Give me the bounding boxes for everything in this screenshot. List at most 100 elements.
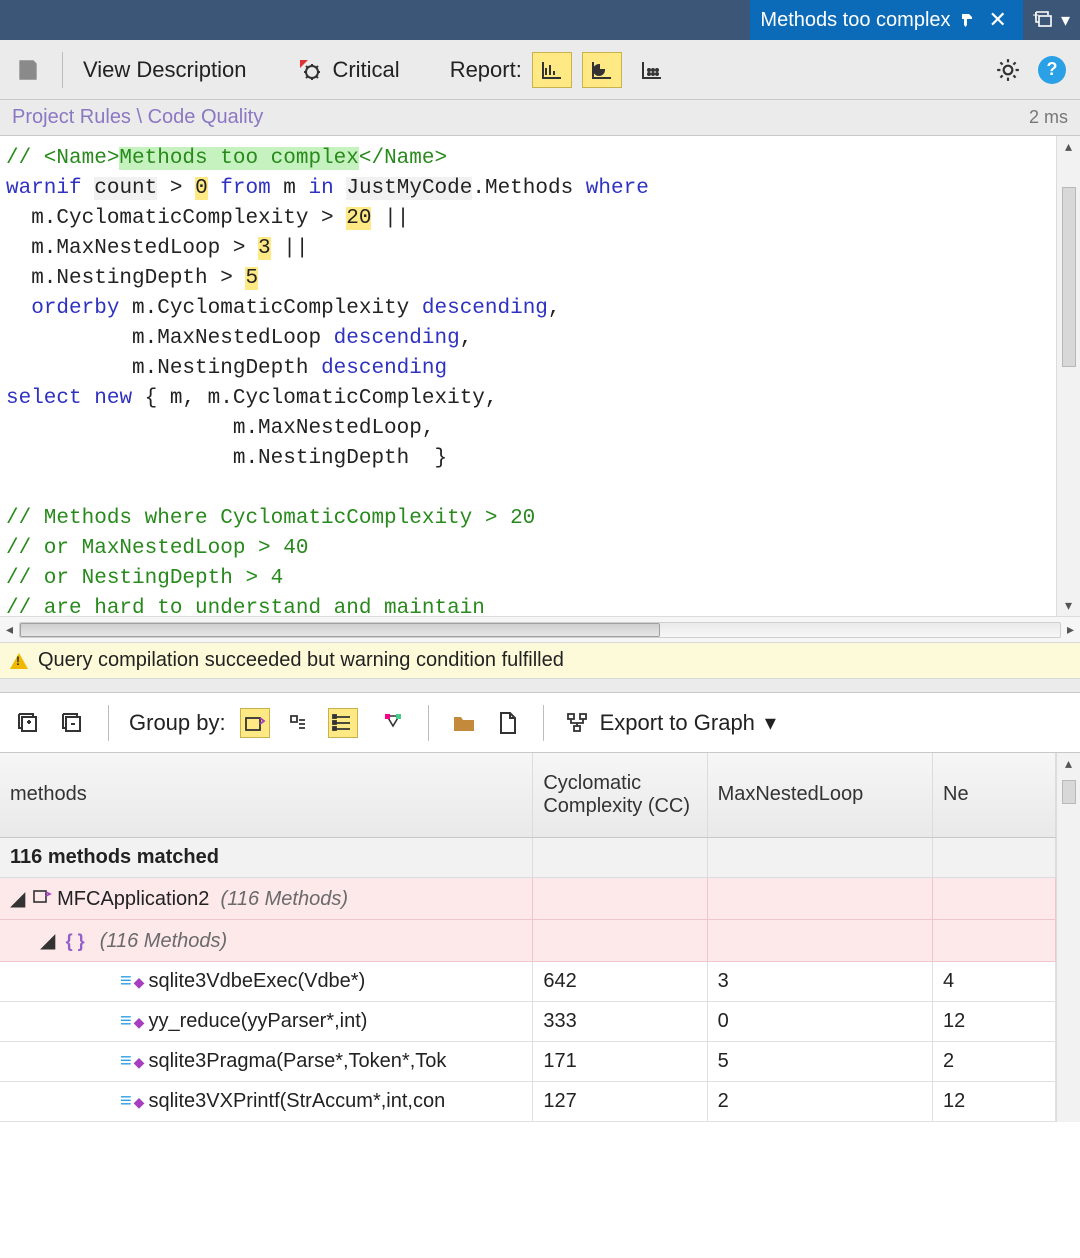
- scrollbar-track[interactable]: [1057, 157, 1080, 595]
- results-panel: methods Cyclomatic Complexity (CC) MaxNe…: [0, 753, 1056, 1122]
- cell-nd: 12: [933, 1001, 1056, 1041]
- group-by-type-icon[interactable]: [328, 708, 358, 738]
- scroll-left-arrow[interactable]: ◂: [6, 621, 13, 638]
- scrollbar-thumb[interactable]: [1062, 187, 1076, 367]
- save-icon[interactable]: [14, 56, 42, 84]
- help-icon[interactable]: ?: [1038, 56, 1066, 84]
- group-row-project[interactable]: ◢ MFCApplication2 (116 Methods): [0, 877, 1056, 919]
- toolbar-separator: [543, 705, 544, 741]
- export-label: Export to Graph: [600, 710, 755, 736]
- results-vertical-scrollbar[interactable]: ▴: [1056, 753, 1080, 1122]
- view-description-button[interactable]: View Description: [83, 57, 246, 83]
- code-vertical-scrollbar[interactable]: ▴ ▾: [1056, 136, 1080, 616]
- status-message: Query compilation succeeded but warning …: [38, 649, 564, 672]
- title-tab-label: Methods too complex: [760, 9, 950, 32]
- report-chart-button[interactable]: [532, 52, 572, 88]
- expander-icon[interactable]: ◢: [40, 928, 54, 953]
- cell-ml: 5: [707, 1041, 932, 1081]
- settings-icon[interactable]: [994, 56, 1022, 84]
- warning-icon: [10, 653, 28, 669]
- critical-button[interactable]: Critical: [296, 56, 399, 84]
- cell-nd: 4: [933, 961, 1056, 1001]
- method-name: sqlite3VdbeExec(Vdbe*): [148, 970, 365, 992]
- method-icon: [134, 1090, 145, 1112]
- folder-icon[interactable]: [449, 708, 479, 738]
- report-group: Report:: [450, 52, 672, 88]
- cell-nd: 12: [933, 1081, 1056, 1121]
- bullet-icon: ≡: [120, 1090, 132, 1112]
- cell-ml: 2: [707, 1081, 932, 1121]
- code-editor[interactable]: // <Name>Methods too complex</Name> warn…: [0, 136, 1056, 616]
- group-by-project-icon[interactable]: [240, 708, 270, 738]
- expand-all-icon[interactable]: [14, 708, 44, 738]
- scroll-up-arrow[interactable]: ▴: [1065, 753, 1072, 774]
- scroll-up-arrow[interactable]: ▴: [1065, 136, 1072, 157]
- matched-summary-row: 116 methods matched: [0, 837, 1056, 877]
- status-bar: Query compilation succeeded but warning …: [0, 642, 1080, 679]
- report-label: Report:: [450, 57, 522, 83]
- group-count: (116 Methods): [100, 930, 227, 952]
- close-tab-button[interactable]: ✕: [983, 7, 1013, 33]
- table-row[interactable]: ≡sqlite3Pragma(Parse*,Token*,Tok 171 5 2: [0, 1041, 1056, 1081]
- toolbar-separator: [108, 705, 109, 741]
- group-row-namespace[interactable]: ◢ { } (116 Methods): [0, 919, 1056, 961]
- main-toolbar: View Description Critical Report:: [0, 40, 1080, 100]
- toolbar-separator: [62, 52, 63, 88]
- filter-colors-icon[interactable]: [378, 708, 408, 738]
- view-description-label: View Description: [83, 57, 246, 83]
- results-toolbar: Group by: Export to Graph ▾: [0, 693, 1080, 753]
- table-row[interactable]: ≡ sqlite3VdbeExec(Vdbe*) 642 3 4: [0, 961, 1056, 1001]
- cell-cc: 333: [533, 1001, 707, 1041]
- table-row[interactable]: ≡yy_reduce(yyParser*,int) 333 0 12: [0, 1001, 1056, 1041]
- namespace-icon: { }: [66, 931, 85, 951]
- gear-red-icon: [296, 56, 324, 84]
- scrollbar-track[interactable]: [19, 622, 1061, 638]
- window-controls: + ▾: [1023, 0, 1080, 40]
- method-icon: [134, 1050, 145, 1072]
- table-header-row: methods Cyclomatic Complexity (CC) MaxNe…: [0, 753, 1056, 837]
- column-methods[interactable]: methods: [0, 753, 533, 837]
- report-matrix-button[interactable]: [632, 52, 672, 88]
- group-by-namespace-icon[interactable]: [284, 708, 314, 738]
- code-line: // <Name>: [6, 147, 119, 170]
- scrollbar-thumb[interactable]: [20, 623, 660, 637]
- bullet-icon: ≡: [120, 970, 132, 992]
- matched-count-label: 116 methods matched: [10, 846, 219, 869]
- column-cc[interactable]: Cyclomatic Complexity (CC): [533, 753, 707, 837]
- scroll-down-arrow[interactable]: ▾: [1065, 595, 1072, 616]
- cell-ml: 3: [707, 961, 932, 1001]
- pin-icon[interactable]: [959, 12, 975, 28]
- method-name: sqlite3VXPrintf(StrAccum*,int,con: [148, 1090, 445, 1112]
- critical-label: Critical: [332, 57, 399, 83]
- breadcrumb-path[interactable]: Project Rules \ Code Quality: [12, 106, 263, 129]
- group-by-label: Group by:: [129, 710, 226, 736]
- dropdown-caret-icon: ▾: [765, 710, 776, 736]
- svg-text:+: +: [1033, 11, 1039, 22]
- project-icon: [32, 888, 58, 910]
- collapse-all-icon[interactable]: [58, 708, 88, 738]
- title-bar: Methods too complex ✕ + ▾: [0, 0, 1080, 40]
- column-nestingdepth[interactable]: Ne: [933, 753, 1056, 837]
- scrollbar-thumb[interactable]: [1062, 780, 1076, 804]
- group-name: MFCApplication2: [57, 888, 209, 910]
- toolbar-separator: [428, 705, 429, 741]
- bullet-icon: ≡: [120, 1050, 132, 1072]
- breadcrumb-bar: Project Rules \ Code Quality 2 ms: [0, 100, 1080, 136]
- window-restore-icon[interactable]: +: [1033, 11, 1055, 29]
- column-maxnestedloop[interactable]: MaxNestedLoop: [707, 753, 932, 837]
- window-menu-dropdown[interactable]: ▾: [1061, 10, 1070, 31]
- scroll-right-arrow[interactable]: ▸: [1067, 621, 1074, 638]
- code-horizontal-scrollbar[interactable]: ◂ ▸: [0, 616, 1080, 642]
- document-icon[interactable]: [493, 708, 523, 738]
- report-pie-button[interactable]: [582, 52, 622, 88]
- code-editor-wrap: // <Name>Methods too complex</Name> warn…: [0, 136, 1080, 616]
- table-row[interactable]: ≡sqlite3VXPrintf(StrAccum*,int,con 127 2…: [0, 1081, 1056, 1121]
- query-timing: 2 ms: [1029, 107, 1068, 128]
- title-tab[interactable]: Methods too complex ✕: [750, 0, 1023, 40]
- expander-icon[interactable]: ◢: [10, 886, 24, 911]
- cell-ml: 0: [707, 1001, 932, 1041]
- cell-cc: 171: [533, 1041, 707, 1081]
- graph-icon: [564, 708, 594, 738]
- export-to-graph-button[interactable]: Export to Graph ▾: [564, 708, 776, 738]
- cell-cc: 642: [533, 961, 707, 1001]
